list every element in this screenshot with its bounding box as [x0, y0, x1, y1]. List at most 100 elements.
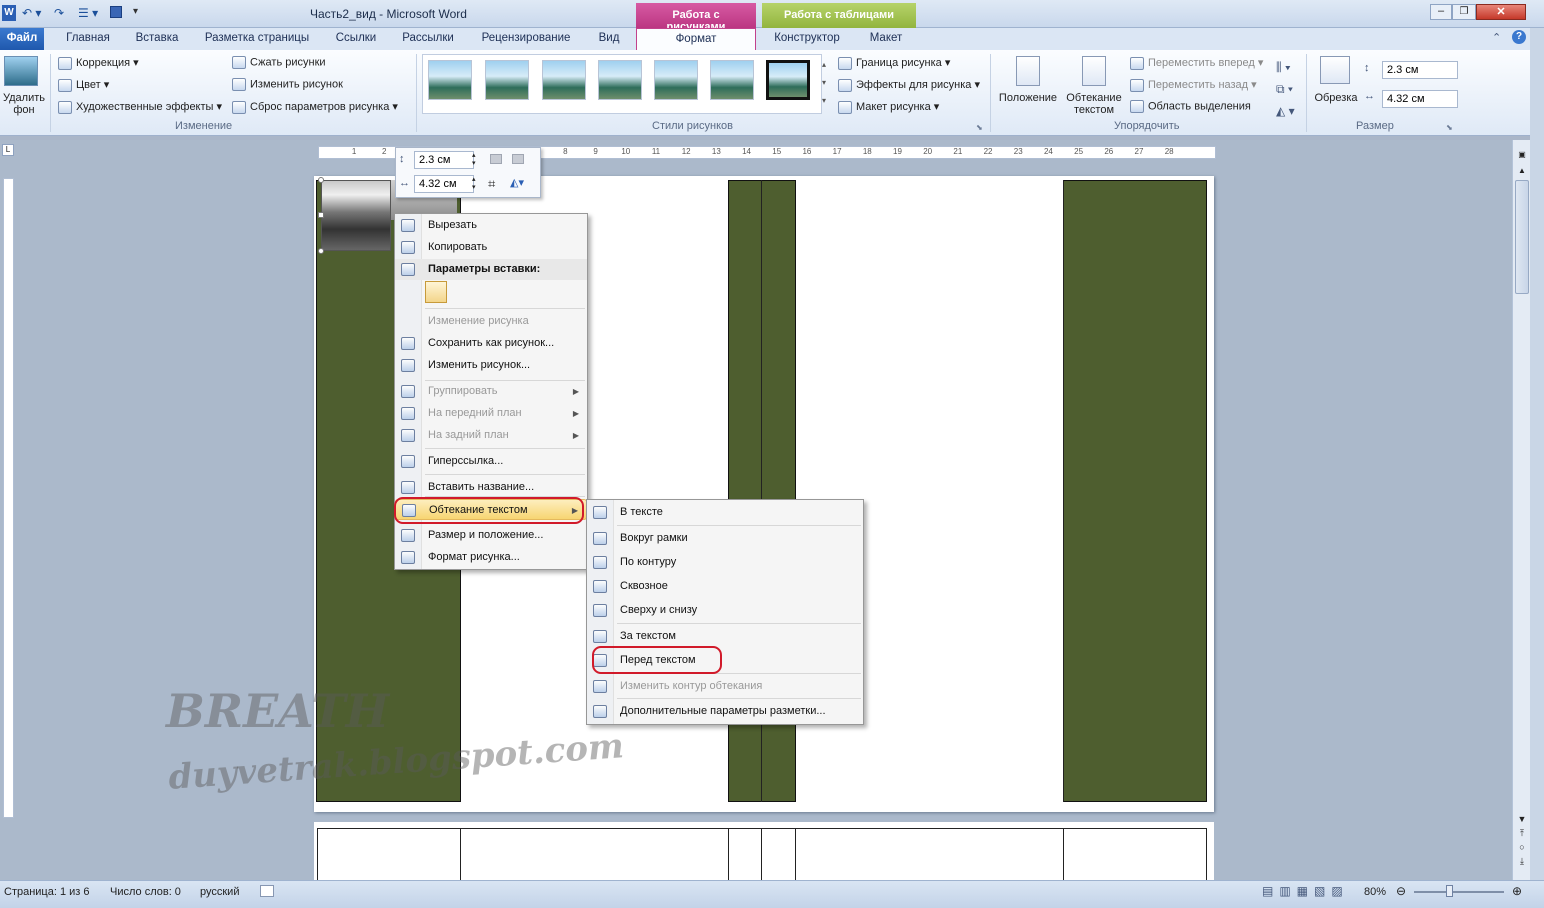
picture-layout-button[interactable]: Макет рисунка ▾ [838, 100, 939, 114]
word-count[interactable]: Число слов: 0 [110, 886, 181, 898]
wrap-option-tight[interactable]: По контуру [587, 552, 863, 573]
undo-icon[interactable]: ↶ ▾ [22, 6, 41, 20]
send-backward-icon[interactable] [512, 154, 524, 164]
zoom-slider[interactable] [1414, 891, 1504, 893]
height-input[interactable] [1382, 61, 1458, 79]
selected-picture[interactable] [321, 180, 391, 251]
bring-forward-button[interactable]: Переместить вперед ▾ [1130, 56, 1263, 70]
wrap-text-icon[interactable] [1082, 56, 1106, 86]
tab-home[interactable]: Главная [56, 28, 120, 50]
width-input[interactable] [1382, 90, 1458, 108]
resize-handle[interactable] [318, 212, 324, 218]
wrap-option-more-layout-options[interactable]: Дополнительные параметры разметки... [587, 701, 863, 722]
context-menu-bring-to-front[interactable]: На передний план ▶ [395, 403, 587, 424]
wrap-option-top-bottom[interactable]: Сверху и снизу [587, 600, 863, 621]
picture-border-button[interactable]: Граница рисунка ▾ [838, 56, 950, 70]
customize-qat-icon[interactable]: ▾ [133, 6, 138, 17]
context-menu-hyperlink[interactable]: Гиперссылка... [395, 451, 587, 472]
align-group-rotate-icons[interactable]: ⫼ ▾ ⧉ ▾ ◭ ▾ [1276, 56, 1295, 122]
crop-button[interactable]: Обрезка [1312, 92, 1360, 104]
tab-layout[interactable]: Макет [858, 28, 914, 50]
wrap-option-edit-wrap-points[interactable]: Изменить контур обтекания [587, 676, 863, 697]
selection-pane-button[interactable]: Область выделения [1130, 100, 1251, 113]
send-backward-button[interactable]: Переместить назад ▾ [1130, 78, 1257, 92]
tab-mailings[interactable]: Рассылки [394, 28, 462, 50]
macro-icon[interactable] [260, 885, 274, 897]
position-icon[interactable] [1016, 56, 1040, 86]
position-button[interactable]: Положение [996, 92, 1060, 104]
tab-references[interactable]: Ссылки [326, 28, 386, 50]
tab-selector-icon[interactable]: L [2, 144, 14, 156]
picture-effects-button[interactable]: Эффекты для рисунка ▾ [838, 78, 980, 92]
page-count[interactable]: Страница: 1 из 6 [4, 886, 90, 898]
resize-handle[interactable] [318, 248, 324, 254]
mini-width-input[interactable] [414, 175, 474, 193]
view-buttons-icons[interactable]: ▤▥▦▧▨ [1262, 884, 1349, 898]
tab-insert[interactable]: Вставка [126, 28, 188, 50]
vertical-scrollbar[interactable]: ▣ ▲ ▼ ⤒ ○ ⤓ [1512, 140, 1530, 880]
picture-style-7[interactable] [766, 60, 810, 100]
scroll-thumb[interactable] [1515, 180, 1529, 294]
context-menu-change-picture[interactable]: Изменить рисунок... [395, 355, 587, 376]
remove-background-icon[interactable] [4, 56, 38, 86]
picture-style-6[interactable] [710, 60, 754, 100]
crop-icon[interactable]: ⌗ [488, 176, 495, 192]
mini-height-input[interactable] [414, 151, 474, 169]
maximize-button[interactable]: ❐ [1452, 4, 1476, 20]
context-menu-save-as-picture[interactable]: Сохранить как рисунок... [395, 333, 587, 354]
rotate-icon[interactable]: ◭▾ [510, 176, 524, 189]
change-picture-button[interactable]: Изменить рисунок [232, 78, 343, 91]
close-button[interactable]: ✕ [1476, 4, 1526, 20]
zoom-in-icon[interactable]: ⊕ [1512, 884, 1522, 898]
zoom-slider-thumb[interactable] [1446, 885, 1453, 897]
bring-forward-icon[interactable] [490, 154, 502, 164]
context-menu-insert-caption[interactable]: Вставить название... [395, 477, 587, 498]
gallery-scroll-icon[interactable]: ▴ ▾ ▾ [818, 56, 830, 112]
context-menu-copy[interactable]: Копировать [395, 237, 587, 258]
table-column-green[interactable] [1063, 180, 1207, 802]
resize-handle[interactable] [318, 177, 324, 183]
redo-icon[interactable]: ↷ [54, 6, 64, 20]
zoom-out-icon[interactable]: ⊖ [1396, 884, 1406, 898]
color-button[interactable]: Цвет ▾ [58, 78, 109, 92]
vertical-ruler[interactable] [3, 178, 14, 818]
ruler-toggle-icon[interactable]: ▣ [1515, 150, 1529, 162]
context-menu-format-picture[interactable]: Формат рисунка... [395, 547, 587, 568]
picture-style-1[interactable] [428, 60, 472, 100]
compress-pictures-button[interactable]: Сжать рисунки [232, 56, 326, 69]
help-icon[interactable]: ? [1512, 30, 1526, 44]
scroll-nav-icons[interactable]: ▼ ⤒ ○ ⤓ [1515, 812, 1529, 872]
remove-background-button[interactable]: Удалить фон [2, 92, 46, 116]
picture-style-3[interactable] [542, 60, 586, 100]
picture-style-4[interactable] [598, 60, 642, 100]
context-menu-send-to-back[interactable]: На задний план ▶ [395, 425, 587, 446]
context-menu-size-and-position[interactable]: Размер и положение... [395, 525, 587, 546]
tab-review[interactable]: Рецензирование [470, 28, 582, 50]
wrap-option-square[interactable]: Вокруг рамки [587, 528, 863, 549]
wrap-option-inline[interactable]: В тексте [587, 502, 863, 523]
list-icon[interactable]: ☰ ▾ [78, 6, 98, 20]
spin-icon[interactable]: ▴ ▾ [472, 152, 476, 168]
tab-design[interactable]: Конструктор [764, 28, 850, 50]
tab-file[interactable]: Файл [0, 28, 44, 50]
picture-style-5[interactable] [654, 60, 698, 100]
scroll-up-icon[interactable]: ▲ [1515, 166, 1529, 176]
collapse-ribbon-icon[interactable]: ⌃ [1492, 31, 1501, 44]
zoom-level[interactable]: 80% [1364, 886, 1386, 898]
artistic-effects-button[interactable]: Художественные эффекты ▾ [58, 100, 222, 114]
context-menu-group[interactable]: Группировать ▶ [395, 381, 587, 402]
crop-icon[interactable] [1320, 56, 1350, 84]
save-icon[interactable] [110, 6, 122, 18]
dialog-launcher-icon[interactable]: ⬊ [976, 123, 983, 132]
spin-icon[interactable]: ▴ ▾ [472, 176, 476, 192]
context-menu-cut[interactable]: Вырезать [395, 215, 587, 236]
picture-style-2[interactable] [485, 60, 529, 100]
word-logo-icon[interactable]: W [2, 5, 16, 21]
language[interactable]: русский [200, 886, 239, 898]
wrap-option-through[interactable]: Сквозное [587, 576, 863, 597]
paste-keep-formatting-icon[interactable] [425, 281, 447, 303]
tab-view[interactable]: Вид [590, 28, 628, 50]
wrap-text-button[interactable]: Обтекание текстом [1062, 92, 1126, 116]
tab-format[interactable]: Формат [636, 28, 756, 50]
minimize-button[interactable]: – [1430, 4, 1452, 20]
